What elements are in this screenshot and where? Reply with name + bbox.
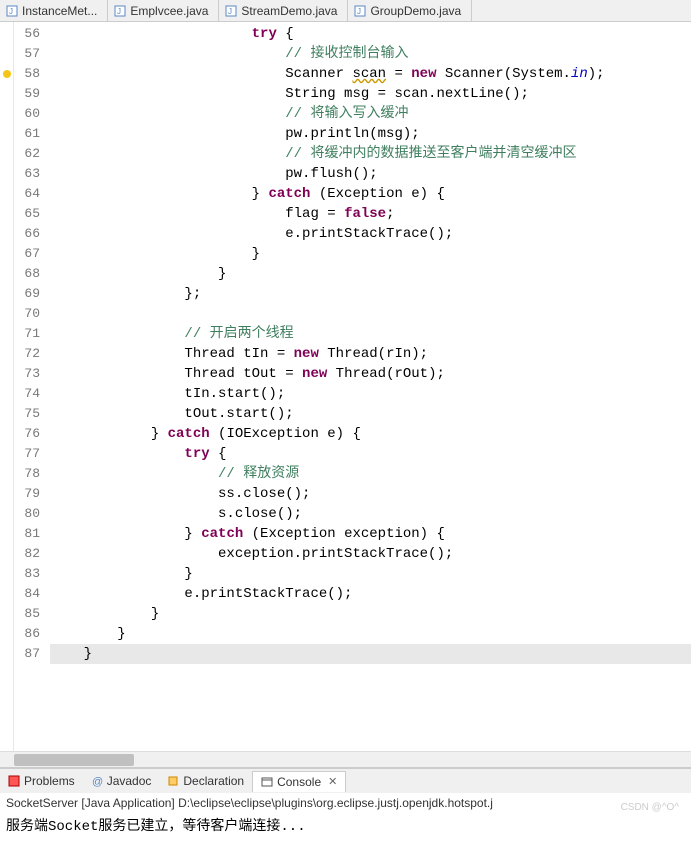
tab-declaration[interactable]: Declaration — [159, 771, 252, 791]
svg-text:@: @ — [92, 776, 103, 787]
bottom-panel: Problems @ Javadoc Declaration Console ✕… — [0, 767, 691, 853]
java-file-icon: J — [225, 5, 237, 17]
svg-text:J: J — [228, 7, 232, 16]
close-icon[interactable]: ✕ — [328, 775, 337, 788]
console-output[interactable]: 服务端Socket服务已建立，等待客户端连接... — [0, 813, 691, 853]
bottom-tabs-bar: Problems @ Javadoc Declaration Console ✕ — [0, 769, 691, 793]
java-file-icon: J — [354, 5, 366, 17]
editor-tabs-bar: J InstanceMet... J Emplvcee.java J Strea… — [0, 0, 691, 22]
tab-console[interactable]: Console ✕ — [252, 771, 346, 792]
tab-problems[interactable]: Problems — [0, 771, 83, 791]
declaration-icon — [167, 775, 179, 787]
tab-label: Javadoc — [107, 774, 152, 788]
tab-streamdemo[interactable]: J StreamDemo.java — [219, 0, 348, 21]
code-content[interactable]: try { // 接收控制台输入 Scanner scan = new Scan… — [46, 22, 691, 751]
svg-text:J: J — [9, 7, 13, 16]
tab-groupdemo[interactable]: J GroupDemo.java — [348, 0, 472, 21]
warning-icon[interactable] — [0, 64, 13, 84]
console-line: 服务端Socket服务已建立，等待客户端连接... — [6, 815, 685, 835]
tab-label: Problems — [24, 774, 75, 788]
tab-label: Console — [277, 775, 321, 789]
editor-gutter — [0, 22, 14, 751]
horizontal-scrollbar[interactable] — [0, 751, 691, 767]
line-number-gutter: 5657585960616263646566676869707172737475… — [14, 22, 46, 751]
code-editor[interactable]: 5657585960616263646566676869707172737475… — [0, 22, 691, 751]
console-icon — [261, 776, 273, 788]
scrollbar-thumb[interactable] — [14, 754, 134, 766]
watermark: CSDN @^O^ — [621, 802, 679, 813]
tab-javadoc[interactable]: @ Javadoc — [83, 771, 160, 791]
tab-emplvcee[interactable]: J Emplvcee.java — [108, 0, 219, 21]
java-file-icon: J — [6, 5, 18, 17]
problems-icon — [8, 775, 20, 787]
tab-label: GroupDemo.java — [370, 4, 461, 18]
tab-label: Emplvcee.java — [130, 4, 208, 18]
tab-label: Declaration — [183, 774, 244, 788]
tab-label: InstanceMet... — [22, 4, 97, 18]
javadoc-icon: @ — [91, 775, 103, 787]
tab-instancemet[interactable]: J InstanceMet... — [0, 0, 108, 21]
svg-text:J: J — [357, 7, 361, 16]
svg-text:J: J — [117, 7, 121, 16]
java-file-icon: J — [114, 5, 126, 17]
console-process-label: SocketServer [Java Application] D:\eclip… — [0, 793, 691, 813]
tab-label: StreamDemo.java — [241, 4, 337, 18]
